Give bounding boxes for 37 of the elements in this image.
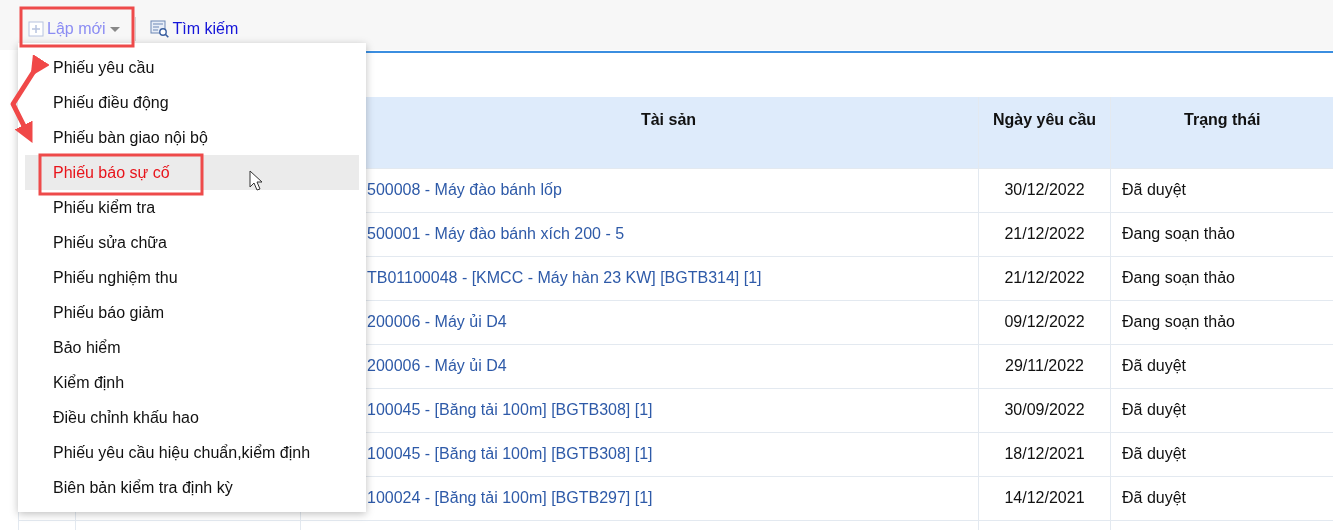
table-cell: 09/12/2022 bbox=[978, 300, 1111, 344]
menu-item[interactable]: Phiếu sửa chữa bbox=[25, 225, 359, 260]
cursor-icon bbox=[249, 170, 263, 191]
table-cell: 21/12/2022 bbox=[978, 256, 1111, 300]
table-cell: 14/12/2021 bbox=[978, 476, 1111, 520]
column-header[interactable]: Tài sản bbox=[640, 111, 697, 128]
table-cell: 18/12/2021 bbox=[978, 432, 1111, 476]
column-header[interactable]: Ngày yêu cầu bbox=[992, 111, 1097, 128]
caret-icon bbox=[108, 25, 121, 33]
asset-link[interactable]: 200006 - Máy ủi D4 bbox=[367, 357, 507, 374]
asset-link[interactable]: 500001 - Máy đào bánh xích 200 - 5 bbox=[367, 225, 625, 242]
asset-link[interactable]: 100024 - [Băng tải 100m] [BGTB297] [1] bbox=[367, 489, 653, 506]
search-icon bbox=[149, 20, 170, 38]
table-cell: 29/11/2022 bbox=[978, 344, 1111, 388]
menu-item[interactable]: Phiếu kiểm tra bbox=[25, 190, 359, 225]
asset-link[interactable]: 100045 - [Băng tải 100m] [BGTB308] [1] bbox=[367, 401, 653, 418]
menu-item[interactable]: Biên bản kiểm tra định kỳ bbox=[25, 470, 359, 505]
menu-item[interactable]: Phiếu bàn giao nội bộ bbox=[25, 120, 359, 155]
menu-item[interactable]: Phiếu nghiệm thu bbox=[25, 260, 359, 295]
menu-item[interactable]: Phiếu điều động bbox=[25, 85, 359, 120]
table-cell: Đã duyệt bbox=[1110, 168, 1333, 212]
asset-link[interactable]: 100045 - [Băng tải 100m] [BGTB308] [1] bbox=[367, 445, 653, 462]
plus-icon bbox=[28, 21, 44, 37]
menu-item[interactable]: Phiếu báo sự cố bbox=[25, 155, 359, 190]
search-button[interactable]: Tìm kiếm bbox=[147, 18, 241, 40]
table-cell: 30/12/2022 bbox=[978, 168, 1111, 212]
menu-item[interactable]: Phiếu báo giảm bbox=[25, 295, 359, 330]
asset-link[interactable]: 500008 - Máy đào bánh lốp bbox=[367, 181, 562, 198]
column-header[interactable]: Trạng thái bbox=[1184, 111, 1261, 128]
menu-item[interactable]: Kiểm định bbox=[25, 365, 359, 400]
menu-item[interactable]: Phiếu yêu cầu hiệu chuẩn,kiểm định bbox=[25, 435, 359, 470]
menu-item[interactable]: Điều chỉnh khấu hao bbox=[25, 400, 359, 435]
asset-link[interactable]: 200006 - Máy ủi D4 bbox=[367, 313, 507, 330]
menu-item[interactable]: Bảo hiểm bbox=[25, 330, 359, 365]
table-cell: 21/12/2022 bbox=[978, 212, 1111, 256]
menu-item[interactable]: Phiếu yêu cầu bbox=[25, 50, 359, 85]
table-cell: 30/09/2022 bbox=[978, 388, 1111, 432]
